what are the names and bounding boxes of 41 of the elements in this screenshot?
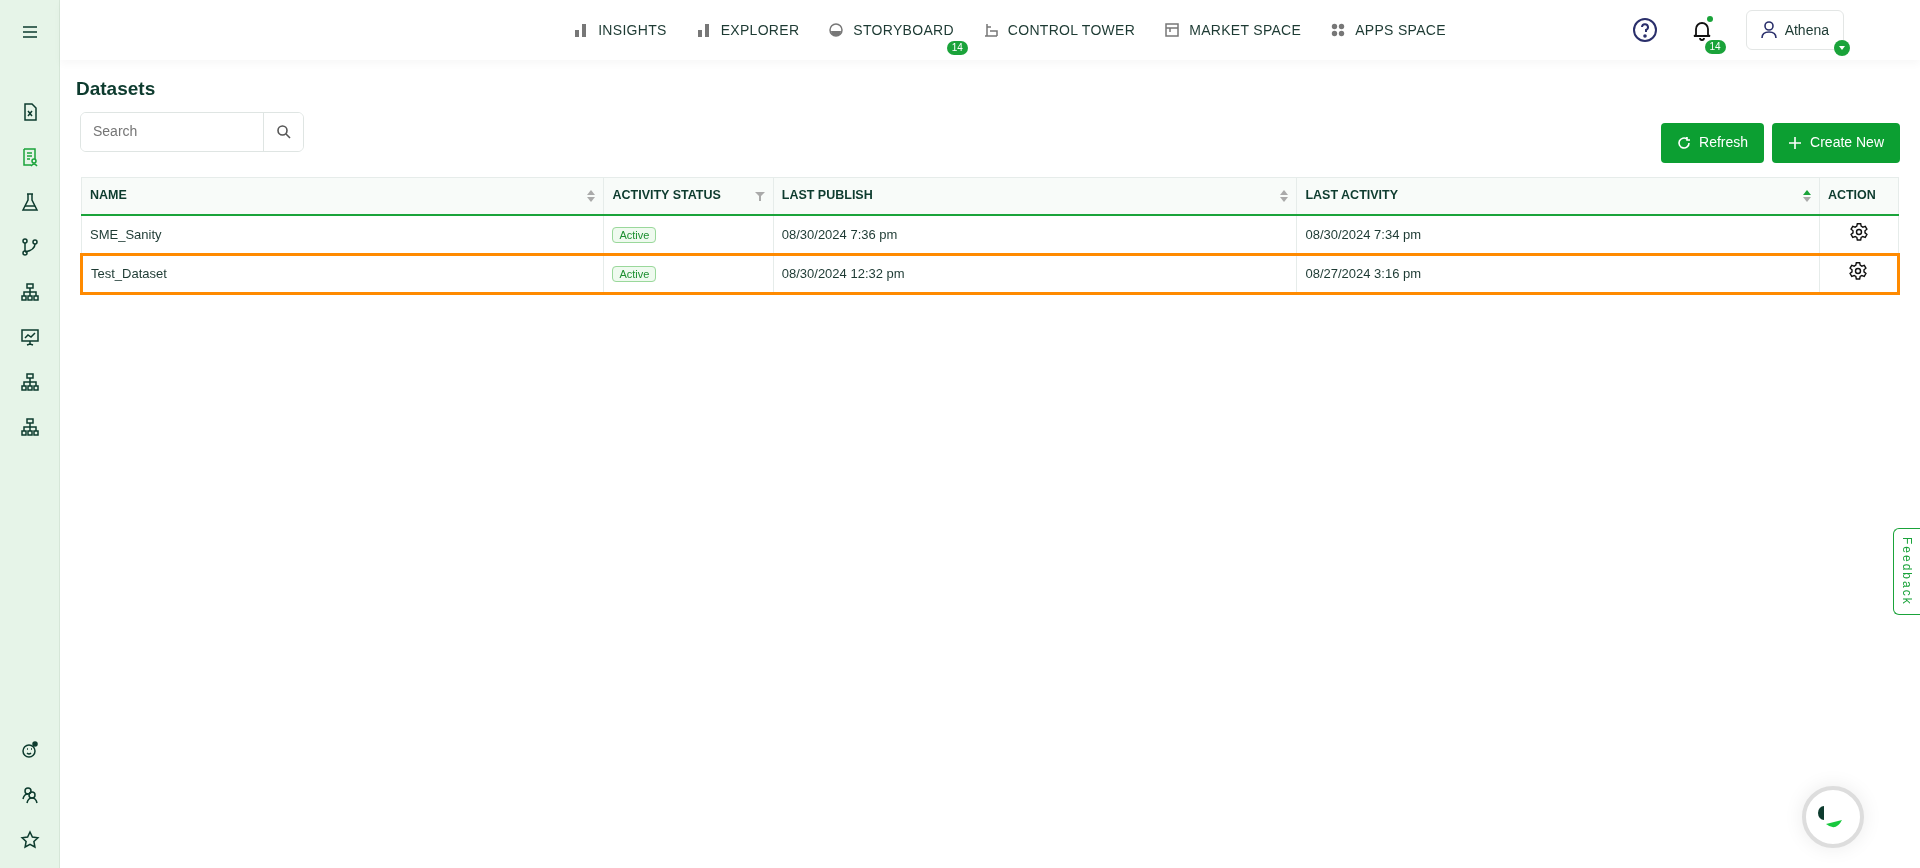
date-text: 08/30/2024 12:32 pm — [781, 265, 905, 281]
gauge-icon — [829, 23, 844, 37]
bars-icon — [574, 23, 589, 37]
plus-icon — [1788, 135, 1803, 150]
nav-link[interactable]: APPS SPACE — [1331, 19, 1446, 41]
count-badge: 14 — [1704, 40, 1726, 54]
user-icon — [1760, 21, 1777, 39]
table-row[interactable]: Test_Dataset Active 08/30/2024 12:32 pm 08/27/2024 3:16 pm — [81, 254, 1899, 293]
date-text: 08/30/2024 7:36 pm — [781, 226, 898, 242]
date-text: 08/27/2024 3:16 pm — [1305, 265, 1422, 281]
caret-icon[interactable] — [1834, 40, 1850, 56]
column-header[interactable]: NAME — [90, 186, 127, 206]
nav-link[interactable]: INSIGHTS — [574, 19, 667, 41]
status-tag: Active — [612, 226, 657, 243]
status-tag: Active — [612, 265, 657, 282]
apps-icon — [1331, 23, 1346, 37]
nav-link[interactable]: STORYBOARD — [829, 19, 954, 41]
nav-link[interactable]: CONTROL TOWER — [983, 19, 1136, 41]
nav-link[interactable]: MARKET SPACE — [1165, 19, 1302, 41]
page-title: Datasets — [76, 77, 157, 101]
table-row[interactable]: SME_Sanity Active 08/30/2024 7:36 pm 08/30/2024 7:34 pm — [81, 215, 1899, 254]
user-menu[interactable]: Athena — [1745, 10, 1844, 50]
dataset-name: SME_Sanity — [90, 226, 162, 242]
dataset-name: Test_Dataset — [91, 265, 167, 281]
refresh-icon — [1677, 135, 1692, 150]
settings-icon[interactable] — [1848, 260, 1869, 281]
column-header[interactable]: ACTION — [1827, 186, 1876, 206]
date-text: 08/30/2024 7:34 pm — [1305, 226, 1422, 242]
sort-icon[interactable] — [1802, 189, 1811, 202]
help-icon[interactable] — [1631, 17, 1658, 43]
search-bar[interactable]: Search — [80, 111, 304, 152]
tower-icon — [983, 23, 998, 37]
bars-icon — [696, 23, 711, 37]
market-icon — [1165, 23, 1180, 37]
column-header[interactable]: LAST PUBLISH — [781, 186, 873, 206]
settings-icon[interactable] — [1848, 221, 1869, 242]
count-badge: 14 — [946, 40, 968, 55]
column-header[interactable]: ACTIVITY STATUS — [612, 186, 721, 206]
search-icon[interactable] — [263, 112, 303, 151]
nav-link[interactable]: EXPLORER — [696, 19, 800, 41]
column-header[interactable]: LAST ACTIVITY — [1305, 186, 1399, 206]
